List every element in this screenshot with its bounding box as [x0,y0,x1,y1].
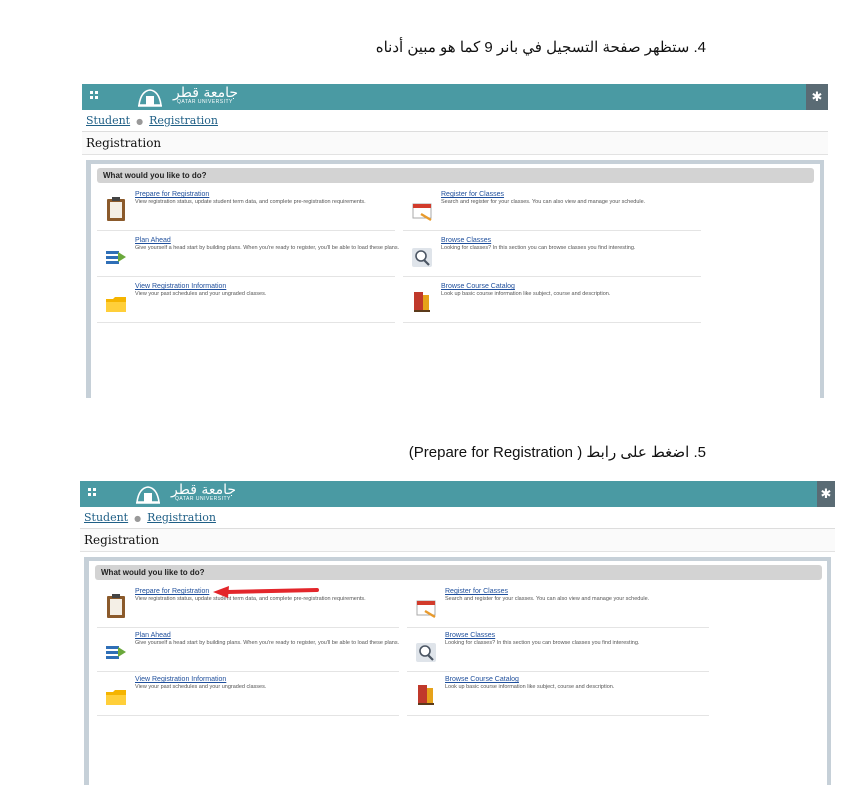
what-to-do-heading: What would you like to do? [97,168,814,183]
app-menu-icon[interactable] [90,91,100,101]
action-browse-classes: Browse Classes Looking for classes? In t… [403,236,701,277]
app-menu-icon[interactable] [88,488,98,498]
page-title: Registration [86,136,162,150]
action-title[interactable]: Prepare for Registration [135,588,209,595]
folder-icon [106,690,126,705]
folder-icon [106,297,126,312]
action-browse-classes: Browse Classes Looking for classes? In t… [407,631,709,672]
action-prepare-for-registration: Prepare for Registration View registrati… [97,190,395,231]
breadcrumb-separator: ● [134,514,142,523]
action-description: View your past schedules and your ungrad… [135,291,267,297]
action-browse-course-catalog: Browse Course Catalog Look up basic cour… [407,675,709,716]
action-title[interactable]: Plan Ahead [135,237,171,244]
action-title[interactable]: Browse Classes [441,237,491,244]
breadcrumb: Student ● Registration [84,511,216,524]
magnifier-icon [412,248,432,267]
university-logo-icon [136,486,160,504]
action-description: Search and register for your classes. Yo… [445,596,650,602]
breadcrumb-registration-link[interactable]: Registration [149,114,218,127]
action-description: Search and register for your classes. Yo… [441,199,646,205]
action-description: View your past schedules and your ungrad… [135,684,267,690]
action-register-for-classes: Register for Classes Search and register… [407,587,709,628]
action-plan-ahead: Plan Ahead Give yourself a head start by… [97,236,399,277]
top-navigation-bar: جامعة قطر QATAR UNIVERSITY ✱ [80,481,835,507]
page-title-bar: Registration [82,131,828,155]
registration-panel: What would you like to do? Prepare for R… [86,160,824,398]
plan-arrow-icon [106,251,126,264]
breadcrumb-student-link[interactable]: Student [86,114,130,127]
action-title[interactable]: Browse Course Catalog [441,283,515,290]
action-description: View registration status, update student… [135,199,366,205]
step-5-caption: 5. اضغط على رابط ( Prepare for Registrat… [408,444,706,461]
calendar-pencil-icon [412,203,432,222]
action-description: Looking for classes? In this section you… [445,640,640,646]
registration-panel-content: What would you like to do? Prepare for R… [91,164,820,398]
action-title[interactable]: View Registration Information [135,676,226,683]
breadcrumb-registration-link[interactable]: Registration [147,511,216,524]
red-arrow-annotation [213,586,319,598]
page-title-bar: Registration [80,528,835,552]
action-description: Looking for classes? In this section you… [441,245,636,251]
step-4-caption: 4. ستظهر صفحة التسجيل في بانر 9 كما هو م… [375,39,706,56]
action-title[interactable]: Register for Classes [445,588,508,595]
action-register-for-classes: Register for Classes Search and register… [403,190,701,231]
gear-icon[interactable]: ✱ [817,481,835,507]
action-view-registration-information: View Registration Information View your … [97,282,395,323]
action-plan-ahead: Plan Ahead Give yourself a head start by… [97,631,399,672]
page-title: Registration [84,533,160,547]
action-description: Look up basic course information like su… [445,684,615,690]
registration-panel: What would you like to do? Prepare for R… [84,557,831,785]
registration-screenshot-step-4: جامعة قطر QATAR UNIVERSITY ✱ Student ● Reg… [82,84,828,398]
clipboard-icon [107,197,125,221]
action-title[interactable]: Prepare for Registration [135,191,209,198]
registration-screenshot-step-5: جامعة قطر QATAR UNIVERSITY ✱ Student ● Reg… [80,481,835,785]
what-to-do-heading: What would you like to do? [95,565,822,580]
action-title[interactable]: Browse Classes [445,632,495,639]
action-title[interactable]: Plan Ahead [135,632,171,639]
breadcrumb-separator: ● [136,117,144,126]
logo-english-text: QATAR UNIVERSITY [177,99,233,105]
clipboard-icon [107,594,125,618]
books-icon [418,685,434,705]
action-description: Look up basic course information like su… [441,291,611,297]
gear-icon[interactable]: ✱ [806,84,828,110]
breadcrumb-student-link[interactable]: Student [84,511,128,524]
calendar-pencil-icon [416,600,436,619]
books-icon [414,292,430,312]
university-logo-icon [138,89,162,107]
action-title[interactable]: View Registration Information [135,283,226,290]
plan-arrow-icon [106,646,126,659]
logo-english-text: QATAR UNIVERSITY [175,496,231,502]
action-title[interactable]: Browse Course Catalog [445,676,519,683]
action-title[interactable]: Register for Classes [441,191,504,198]
action-description: Give yourself a head start by building p… [135,640,400,646]
action-browse-course-catalog: Browse Course Catalog Look up basic cour… [403,282,701,323]
action-view-registration-information: View Registration Information View your … [97,675,399,716]
top-navigation-bar: جامعة قطر QATAR UNIVERSITY ✱ [82,84,828,110]
action-description: Give yourself a head start by building p… [135,245,400,251]
magnifier-icon [416,643,436,662]
breadcrumb: Student ● Registration [86,114,218,127]
registration-panel-content: What would you like to do? Prepare for R… [89,561,827,785]
